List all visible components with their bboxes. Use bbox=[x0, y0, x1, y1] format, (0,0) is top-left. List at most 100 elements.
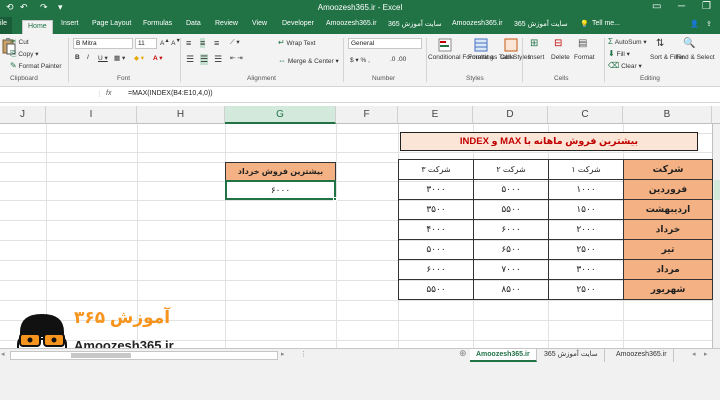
find-icon[interactable]: 🔍 bbox=[683, 38, 695, 49]
font-size-buttons[interactable]: A▲ A▼ bbox=[160, 38, 181, 47]
month-cell[interactable]: اردیبهشت bbox=[623, 199, 713, 220]
table-cell[interactable]: ۲۵۰۰ bbox=[548, 239, 624, 260]
align-right-icon[interactable]: ☰ bbox=[214, 54, 222, 65]
formula-input[interactable]: =MAX(INDEX(B4:E10,4,0)) bbox=[128, 90, 213, 97]
cell-styles-icon[interactable] bbox=[504, 38, 518, 52]
sort-filter-icon[interactable]: ⇅ bbox=[656, 38, 664, 49]
table-cell[interactable]: ۲۵۰۰ bbox=[548, 279, 624, 300]
column-header[interactable]: D bbox=[473, 106, 548, 124]
clear-button[interactable]: ⌫ Clear ▾ bbox=[608, 61, 642, 70]
tab-file[interactable]: ile bbox=[0, 17, 12, 34]
month-cell[interactable]: مرداد bbox=[623, 259, 713, 280]
table-cell[interactable]: ۴۰۰۰ bbox=[398, 219, 474, 240]
align-middle-icon[interactable]: ≡ bbox=[200, 38, 206, 48]
table-cell[interactable]: ۷۰۰۰ bbox=[473, 259, 549, 280]
tab-developer[interactable]: Developer bbox=[282, 20, 314, 27]
tab-review[interactable]: Review bbox=[215, 20, 238, 27]
tab-amoozesh-2[interactable]: سایت آموزش 365 bbox=[388, 20, 442, 28]
font-color-icon[interactable]: A ▾ bbox=[153, 54, 163, 62]
column-header[interactable]: B bbox=[623, 106, 712, 124]
ribbon-options-icon[interactable]: ▭ bbox=[652, 1, 661, 12]
bold-button[interactable]: B bbox=[75, 54, 80, 61]
tab-insert[interactable]: Insert bbox=[61, 20, 79, 27]
selected-row-header[interactable] bbox=[714, 180, 720, 200]
wrap-text-button[interactable]: ↵ Wrap Text bbox=[278, 38, 316, 47]
select-all-corner[interactable] bbox=[712, 106, 720, 124]
tab-amoozesh-3[interactable]: Amoozesh365.ir bbox=[452, 20, 503, 27]
column-header[interactable]: H bbox=[137, 106, 225, 124]
tab-amoozesh-1[interactable]: Amoozesh365.ir bbox=[326, 20, 377, 27]
table-cell[interactable]: ۵۰۰۰ bbox=[398, 239, 474, 260]
currency-icon[interactable]: $ ▾ % , bbox=[350, 56, 370, 64]
table-cell[interactable]: ۵۵۰۰ bbox=[473, 199, 549, 220]
tab-page-layout[interactable]: Page Layout bbox=[92, 20, 131, 27]
table-cell[interactable]: ۸۵۰۰ bbox=[473, 279, 549, 300]
underline-button[interactable]: U ▾ bbox=[98, 54, 108, 62]
user-icon[interactable]: 👤 bbox=[690, 20, 699, 28]
header-cell[interactable]: شرکت ۳ bbox=[398, 159, 474, 180]
delete-cells-button[interactable]: Delete bbox=[551, 54, 570, 61]
fill-button[interactable]: ⬇ Fill ▾ bbox=[608, 49, 630, 58]
month-cell[interactable]: خرداد bbox=[623, 219, 713, 240]
restore-icon[interactable]: ❐ bbox=[702, 1, 711, 12]
month-cell[interactable]: تیر bbox=[623, 239, 713, 260]
orientation-icon[interactable]: ⟋ ▾ bbox=[230, 38, 240, 47]
align-top-icon[interactable]: ≡ bbox=[186, 38, 191, 48]
table-cell[interactable]: ۲۰۰۰ bbox=[548, 219, 624, 240]
minimize-icon[interactable]: ─ bbox=[678, 1, 685, 12]
align-bottom-icon[interactable]: ≡ bbox=[214, 38, 219, 48]
column-header-selected[interactable]: G bbox=[225, 106, 336, 124]
sheet-nav-left-icon[interactable]: ◂ bbox=[692, 350, 696, 358]
scroll-left-icon[interactable]: ◂ bbox=[1, 350, 5, 358]
conditional-formatting-icon[interactable] bbox=[438, 38, 452, 52]
indent-icon[interactable]: ⇤ ⇥ bbox=[230, 54, 243, 62]
italic-button[interactable]: I bbox=[87, 54, 89, 61]
result-value-cell[interactable]: ۶۰۰۰ bbox=[225, 180, 337, 201]
table-cell[interactable]: ۳۰۰۰ bbox=[398, 179, 474, 200]
header-cell[interactable]: شرکت ۱ bbox=[548, 159, 624, 180]
scroll-right-icon[interactable]: ▸ bbox=[281, 350, 285, 358]
fx-icon[interactable]: fx bbox=[106, 90, 111, 97]
column-header[interactable]: E bbox=[398, 106, 473, 124]
sheet-nav-right-icon[interactable]: ▸ bbox=[704, 350, 708, 358]
cut-button[interactable]: ✂ Cut bbox=[10, 37, 29, 46]
table-title[interactable]: بیشترین فروش ماهانه با MAX و INDEX bbox=[400, 132, 698, 151]
month-cell[interactable]: شهریور bbox=[623, 279, 713, 300]
format-painter-button[interactable]: ✎ Format Painter bbox=[10, 61, 62, 70]
tab-amoozesh-4[interactable]: سایت آموزش 365 bbox=[514, 20, 568, 28]
font-name-select[interactable]: B Mitra bbox=[73, 38, 133, 49]
share-icon[interactable]: ⇪ bbox=[706, 20, 712, 28]
result-label-cell[interactable]: بیشترین فروش خرداد bbox=[225, 162, 336, 181]
cell-styles-button[interactable]: Cell Styles bbox=[500, 54, 531, 61]
column-header[interactable]: F bbox=[336, 106, 398, 124]
decimal-icons[interactable]: .0 .00 bbox=[390, 56, 406, 63]
table-cell[interactable]: ۱۵۰۰ bbox=[548, 199, 624, 220]
table-cell[interactable]: ۳۰۰۰ bbox=[548, 259, 624, 280]
table-cell[interactable]: ۶۰۰۰ bbox=[473, 219, 549, 240]
insert-cells-icon[interactable]: ⊞ bbox=[530, 38, 538, 49]
font-size-select[interactable]: 11 bbox=[135, 38, 157, 49]
tab-view[interactable]: View bbox=[252, 20, 267, 27]
tab-formulas[interactable]: Formulas bbox=[143, 20, 172, 27]
horizontal-scrollbar[interactable] bbox=[10, 351, 278, 360]
sheet-menu-icon[interactable]: ⋮ bbox=[300, 350, 307, 358]
sheet-tab[interactable]: Amoozesh365.ir bbox=[470, 349, 537, 362]
fill-handle[interactable] bbox=[333, 197, 337, 201]
copy-button[interactable]: ⎘ Copy ▾ bbox=[10, 49, 38, 59]
merge-center-button[interactable]: ⇔ Merge & Center ▾ bbox=[278, 56, 339, 65]
fill-color-icon[interactable]: ◆ ▾ bbox=[134, 54, 144, 62]
insert-cells-button[interactable]: Insert bbox=[528, 54, 544, 61]
borders-icon[interactable]: ▦ ▾ bbox=[114, 54, 125, 62]
header-cell[interactable]: شرکت ۲ bbox=[473, 159, 549, 180]
format-cells-button[interactable]: Format bbox=[574, 54, 595, 61]
table-cell[interactable]: ۶۰۰۰ bbox=[398, 259, 474, 280]
find-select-button[interactable]: Find & Select bbox=[676, 54, 715, 61]
sheet-tab[interactable]: سایت آموزش 365 bbox=[538, 349, 605, 362]
align-left-icon[interactable]: ☰ bbox=[186, 54, 194, 65]
align-center-icon[interactable]: ☰ bbox=[200, 54, 209, 65]
tell-me-search[interactable]: Tell me... bbox=[592, 20, 620, 27]
table-cell[interactable]: ۱۰۰۰ bbox=[548, 179, 624, 200]
table-cell[interactable]: ۶۵۰۰ bbox=[473, 239, 549, 260]
column-header[interactable]: I bbox=[46, 106, 137, 124]
tab-home[interactable]: Home bbox=[22, 20, 53, 34]
